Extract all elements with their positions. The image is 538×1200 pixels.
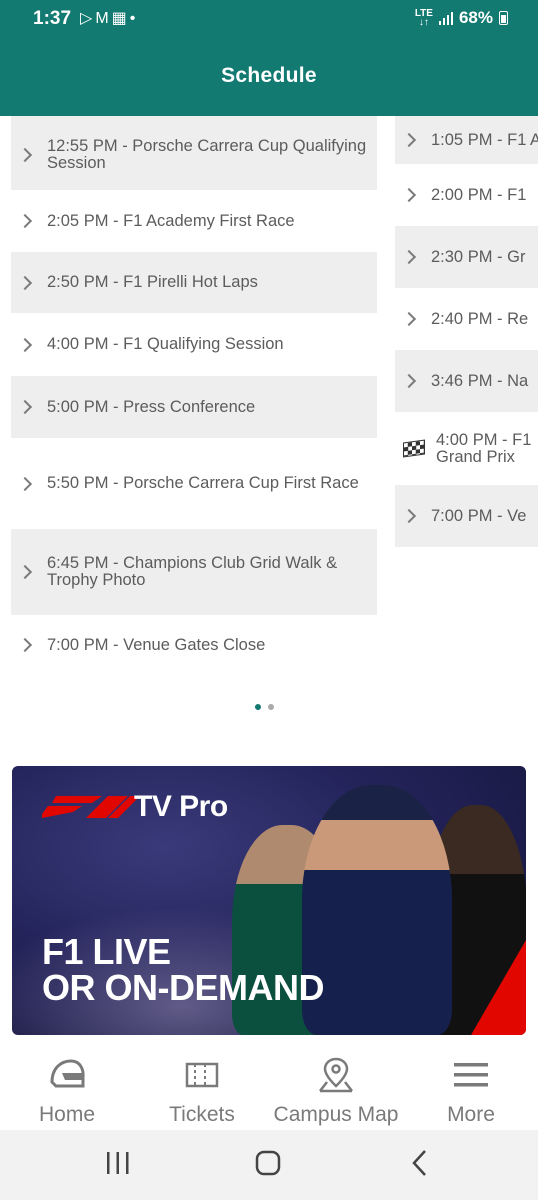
f1-tv-pro-banner[interactable]: TV Pro F1 LIVE OR ON-DEMAND: [12, 766, 526, 1035]
home-circle-icon[interactable]: [254, 1148, 282, 1178]
schedule-item[interactable]: 1:05 PM - F1 A: [395, 116, 538, 164]
status-time: 1:37: [33, 8, 72, 29]
schedule-item-label: 4:00 PM - F1 Qualifying Session: [47, 335, 284, 353]
driver-image: [302, 785, 452, 1035]
battery-percent: 68%: [458, 8, 493, 27]
schedule-item-label: 4:00 PM - F1 Grand Prix: [436, 430, 532, 466]
schedule-item-label: 2:40 PM - Re: [431, 309, 529, 328]
nav-campus-map[interactable]: Campus Map: [268, 1048, 404, 1130]
recent-apps-icon[interactable]: [104, 1148, 132, 1178]
chevron-right-icon: [401, 311, 417, 327]
schedule-item-label: 2:00 PM - F1: [431, 185, 527, 204]
battery-icon: [499, 11, 508, 25]
schedule-item[interactable]: 2:50 PM - F1 Pirelli Hot Laps: [11, 252, 377, 313]
signal-icon: [438, 11, 453, 25]
map-pin-icon: [319, 1057, 353, 1093]
chevron-right-icon: [17, 213, 33, 229]
status-bar: 1:37 ▷M▦• LTE ↓↑ 68%: [0, 0, 538, 38]
gmail-icon: M: [95, 10, 112, 27]
chevron-right-icon: [17, 337, 33, 352]
schedule-item-label: 5:50 PM - Porsche Carrera Cup First Race: [47, 474, 359, 492]
notification-icons: ▷M▦•: [80, 8, 138, 28]
checkered-flag-icon: [403, 439, 425, 458]
schedule-item-label: 2:50 PM - F1 Pirelli Hot Laps: [47, 273, 258, 291]
chevron-right-icon: [17, 275, 33, 290]
system-nav-bar: [0, 1130, 538, 1200]
chevron-right-icon: [17, 564, 33, 580]
page-dot[interactable]: [268, 704, 274, 710]
chevron-right-icon: [401, 508, 417, 524]
schedule-item[interactable]: 3:46 PM - Na: [395, 350, 538, 412]
helmet-icon: [50, 1059, 85, 1088]
nav-more-label: More: [447, 1103, 495, 1126]
schedule-item-label: 6:45 PM - Champions Club Grid Walk & Tro…: [47, 554, 338, 589]
nav-tickets-label: Tickets: [169, 1103, 235, 1126]
schedule-item-label: 1:05 PM - F1 A: [431, 130, 538, 149]
banner-headline: F1 LIVE OR ON-DEMAND: [42, 931, 324, 1008]
back-icon[interactable]: [406, 1148, 434, 1178]
bottom-nav: Home Tickets Campus Map More: [0, 1048, 538, 1130]
dot-icon: •: [129, 10, 139, 27]
schedule-item[interactable]: 7:00 PM - Venue Gates Close: [11, 615, 377, 675]
chevron-right-icon: [401, 132, 417, 148]
ticket-icon: [185, 1062, 219, 1088]
schedule-item-label: 7:00 PM - Venue Gates Close: [47, 635, 266, 654]
schedule-item[interactable]: 4:00 PM - F1 Grand Prix: [395, 412, 538, 485]
schedule-item[interactable]: 2:05 PM - F1 Academy First Race: [11, 190, 377, 252]
nav-campus-map-label: Campus Map: [273, 1103, 399, 1126]
schedule-item-label: 7:00 PM - Ve: [431, 506, 527, 525]
f1-logo-icon: [42, 796, 140, 818]
chevron-right-icon: [17, 476, 33, 491]
schedule-item[interactable]: 2:40 PM - Re: [395, 288, 538, 350]
app-header: 1:37 ▷M▦• LTE ↓↑ 68% Schedule: [0, 0, 538, 116]
brand-text: TV Pro: [134, 790, 228, 823]
schedule-item[interactable]: 4:00 PM - F1 Qualifying Session: [11, 313, 377, 376]
chevron-right-icon: [17, 147, 33, 163]
schedule-item[interactable]: 5:50 PM - Porsche Carrera Cup First Race: [11, 438, 377, 529]
hamburger-menu-icon: [454, 1063, 488, 1087]
page-title: Schedule: [221, 64, 317, 87]
nav-home-label: Home: [38, 1103, 96, 1126]
schedule-item-label: 5:00 PM - Press Conference: [47, 397, 256, 416]
chevron-right-icon: [17, 637, 33, 653]
play-store-icon: ▷: [80, 10, 96, 27]
schedule-item-label: 12:55 PM - Porsche Carrera Cup Qualifyin…: [47, 137, 367, 172]
page-dot-active[interactable]: [255, 704, 261, 710]
nav-home[interactable]: Home: [17, 1048, 117, 1130]
calendar-icon: ▦: [111, 10, 130, 27]
schedule-item[interactable]: 2:00 PM - F1: [395, 164, 538, 226]
schedule-item[interactable]: 2:30 PM - Gr: [395, 226, 538, 288]
status-right: LTE ↓↑ 68%: [415, 8, 508, 28]
schedule-item[interactable]: 7:00 PM - Ve: [395, 485, 538, 547]
schedule-item-label: 2:30 PM - Gr: [431, 247, 526, 266]
schedule-item[interactable]: 6:45 PM - Champions Club Grid Walk & Tro…: [11, 529, 377, 615]
lte-icon: LTE ↓↑: [414, 8, 433, 28]
page-indicator: [255, 704, 274, 710]
nav-more[interactable]: More: [421, 1048, 521, 1130]
chevron-right-icon: [401, 187, 417, 203]
chevron-right-icon: [401, 373, 417, 389]
schedule-carousel[interactable]: 12:55 PM - Porsche Carrera Cup Qualifyin…: [0, 116, 538, 696]
schedule-item[interactable]: 12:55 PM - Porsche Carrera Cup Qualifyin…: [11, 116, 377, 190]
chevron-right-icon: [17, 399, 33, 415]
nav-tickets[interactable]: Tickets: [152, 1048, 252, 1130]
schedule-item-label: 2:05 PM - F1 Academy First Race: [47, 211, 295, 230]
chevron-right-icon: [401, 249, 417, 265]
schedule-item[interactable]: 5:00 PM - Press Conference: [11, 376, 377, 438]
schedule-item-label: 3:46 PM - Na: [431, 371, 529, 390]
